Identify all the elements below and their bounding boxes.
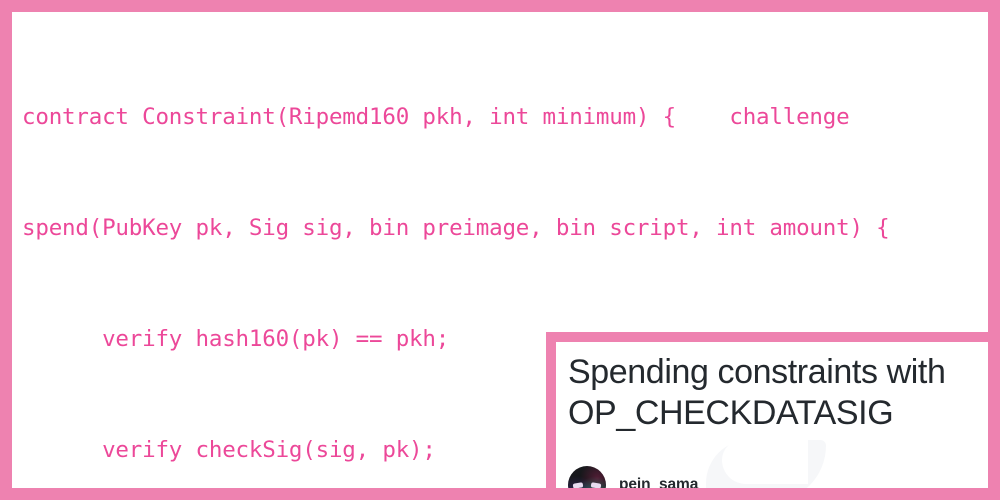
avatar-eye-right-icon [590, 482, 602, 488]
article-preview-card[interactable]: Spending constraints with OP_CHECKDATASIG… [546, 332, 988, 488]
author-name[interactable]: pein_sama [619, 476, 698, 488]
avatar [568, 466, 606, 488]
page-title-line-1: Spending constraints with [568, 353, 946, 391]
screenshot-root: contract Constraint(Ripemd160 pkh, int m… [0, 0, 1000, 500]
card-inner: Spending constraints with OP_CHECKDATASIG… [556, 342, 988, 488]
code-line: contract Constraint(Ripemd160 pkh, int m… [22, 104, 850, 130]
page-title: Spending constraints with OP_CHECKDATASIG [568, 352, 988, 434]
avatar-eye-left-icon [572, 482, 584, 488]
watermark-shape-icon [706, 440, 826, 488]
page-title-line-2: OP_CHECKDATASIG [568, 394, 894, 432]
code-line: spend(PubKey pk, Sig sig, bin preimage, … [22, 215, 890, 241]
byline[interactable]: pein_sama [568, 466, 698, 488]
